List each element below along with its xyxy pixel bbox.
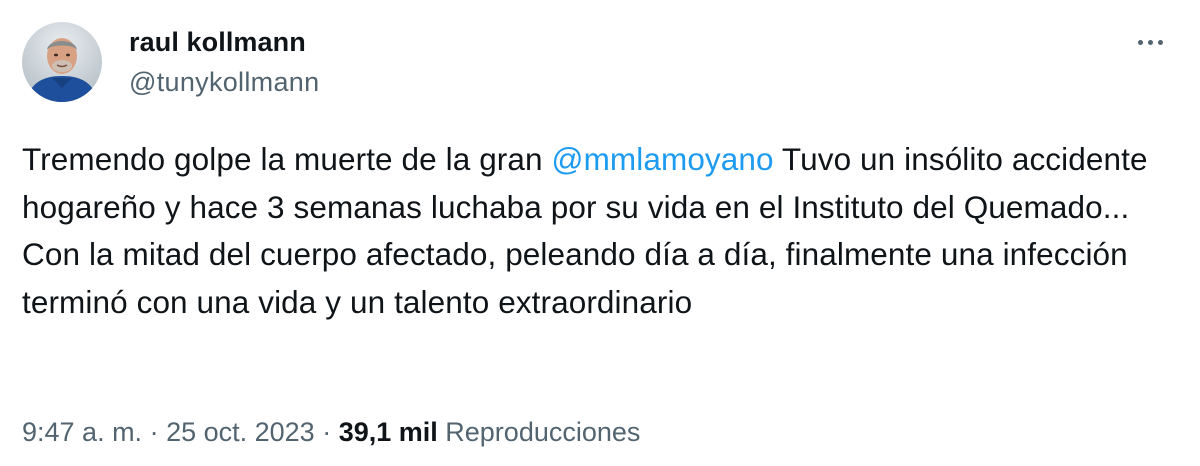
more-dot [1157,39,1163,45]
tweet-meta: 9:47 a. m. · 25 oct. 2023 · 39,1 mil Rep… [22,412,640,452]
views-count: 39,1 mil [338,417,438,447]
views-label: Reproducciones [445,417,641,447]
author-names: raul kollmann @tunykollmann [129,24,319,100]
more-options-icon[interactable] [1130,30,1170,54]
author-display-name[interactable]: raul kollmann [129,24,319,60]
more-dot [1137,39,1143,45]
meta-separator: · [314,417,339,447]
tweet-time[interactable]: 9:47 a. m. [22,417,142,447]
tweet-text: Tremendo golpe la muerte de la gran @mml… [22,136,1182,326]
tweet-text-before: Tremendo golpe la muerte de la gran [22,141,552,177]
meta-separator: · [142,417,167,447]
tweet-card: raul kollmann @tunykollmann Tremendo gol… [0,0,1200,466]
more-dot [1147,39,1153,45]
avatar-image [22,22,102,102]
tweet-header: raul kollmann @tunykollmann [22,22,319,102]
tweet-date[interactable]: 25 oct. 2023 [166,417,315,447]
mention-link[interactable]: @mmlamoyano [552,141,774,177]
avatar[interactable] [22,22,102,102]
author-handle[interactable]: @tunykollmann [129,64,319,100]
